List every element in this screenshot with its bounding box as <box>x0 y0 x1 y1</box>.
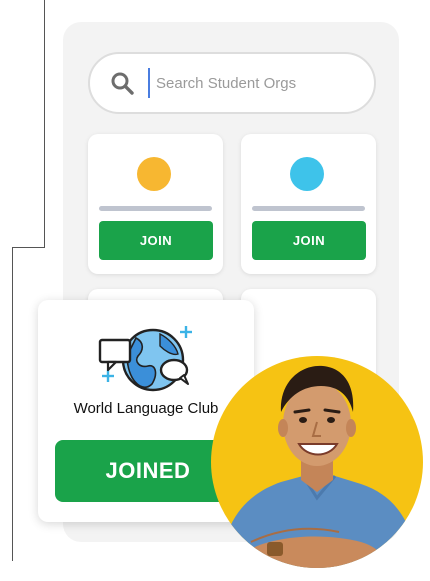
search-icon <box>111 72 134 95</box>
decor-line <box>12 247 45 248</box>
org-name-placeholder <box>99 206 212 211</box>
student-photo-icon <box>221 365 417 568</box>
org-card: JOIN <box>88 134 223 274</box>
org-logo <box>137 157 171 191</box>
join-button[interactable]: JOIN <box>99 221 213 260</box>
org-name-placeholder <box>252 206 365 211</box>
decor-line <box>12 247 13 561</box>
decor-line <box>44 0 45 247</box>
join-button[interactable]: JOIN <box>252 221 366 260</box>
search-bar[interactable] <box>88 52 376 114</box>
student-avatar <box>211 356 423 568</box>
org-logo <box>290 157 324 191</box>
search-input[interactable] <box>156 74 346 92</box>
globe-speech-bubbles-icon <box>98 326 192 392</box>
org-card: JOIN <box>241 134 376 274</box>
text-cursor <box>148 68 150 98</box>
